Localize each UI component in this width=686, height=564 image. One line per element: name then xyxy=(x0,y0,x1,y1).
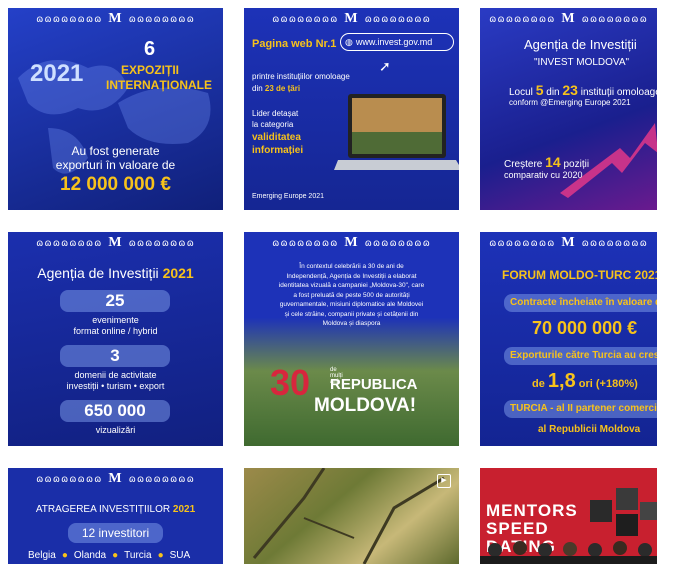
post-tile-moldova30[interactable]: ɷɷɷɷɷɷɷɷ Mɷɷɷɷɷɷɷɷ În contextul celebrări… xyxy=(244,232,459,446)
post-tile-agency-stats[interactable]: ɷɷɷɷɷɷɷɷ Mɷɷɷɷɷɷɷɷ Agenția de Investiții … xyxy=(8,232,223,446)
leader-line2: la categoria xyxy=(252,120,294,129)
emblem-icon: M xyxy=(108,235,123,250)
emblem-icon: M xyxy=(344,11,359,26)
growth-line1: Creștere 14 poziții xyxy=(504,154,590,170)
stat-views: 650 000 xyxy=(60,400,170,422)
ornament-header: ɷɷɷɷɷɷɷɷ Mɷɷɷɷɷɷɷɷ xyxy=(36,471,195,486)
ornament-header: ɷɷɷɷɷɷɷɷ Mɷɷɷɷɷɷɷɷ xyxy=(272,11,431,26)
leader-line4: informației xyxy=(252,145,304,156)
globe-icon: ◍ xyxy=(345,36,353,47)
emblem-icon: M xyxy=(561,11,576,26)
stat-events: 25 xyxy=(60,290,170,312)
stat-views-label: vizualizări xyxy=(95,425,136,435)
count-label: 6 xyxy=(144,38,156,60)
ornament-header: ɷɷɷɷɷɷɷɷ Mɷɷɷɷɷɷɷɷ xyxy=(489,235,648,250)
ornament-header: ɷɷɷɷɷɷɷɷ Mɷɷɷɷɷɷɷɷ xyxy=(272,235,431,250)
post-tile-mentors-speed-dating[interactable]: MENTORS SPEED DATING xyxy=(480,468,657,564)
agency-title: Agenția de Investiții xyxy=(524,37,637,52)
expo-line2: INTERNAȚIONALE xyxy=(106,78,212,92)
mentors-line2: SPEED xyxy=(486,519,549,538)
page-title: Pagina web Nr.1 xyxy=(252,38,337,50)
emblem-icon: M xyxy=(561,235,576,250)
stat-events-label: evenimente xyxy=(92,315,139,325)
cursor-icon: ➚ xyxy=(379,58,391,74)
body-line2: exporturi în valoare de xyxy=(55,158,176,172)
sub-line1: printre instituțiilor omoloage xyxy=(252,72,350,81)
emblem-icon: M xyxy=(344,235,359,250)
stats-title: Agenția de Investiții 2021 xyxy=(37,265,194,281)
stat-domains: 3 xyxy=(60,345,170,367)
brand-label: "INVEST MOLDOVA" xyxy=(534,57,630,68)
post-tile-invest-moldova[interactable]: ɷɷɷɷɷɷɷɷ Mɷɷɷɷɷɷɷɷ Agenția de Investiții … xyxy=(480,8,657,210)
contracts-amount: 70 000 000 € xyxy=(532,318,638,338)
year-label: 2021 xyxy=(30,60,84,87)
post-tile-expozitii[interactable]: ɷɷɷɷɷɷɷɷ Mɷɷɷɷɷɷɷɷ 2021 6 EXPOZIȚII INTER… xyxy=(8,8,223,210)
page-margin xyxy=(657,30,686,550)
rank-line2: conform @Emerging Europe 2021 xyxy=(509,98,631,107)
forum-title: FORUM MOLDO-TURC 2021 xyxy=(502,268,657,282)
partner-pill: TURCIA - al II partener comercial xyxy=(504,400,657,418)
sub-line2: din 23 de țări xyxy=(252,84,301,93)
stat-events-sub: format online / hybrid xyxy=(73,326,158,336)
ornament-header: ɷɷɷɷɷɷɷɷ Mɷɷɷɷɷɷɷɷ xyxy=(489,11,648,26)
campaign-text: În contextul celebrării a 30 de ani de In… xyxy=(278,263,425,327)
ornament-header: ɷɷɷɷɷɷɷɷ Mɷɷɷɷɷɷɷɷ xyxy=(36,235,195,250)
leader-line1: Lider detașat xyxy=(252,109,299,118)
post-tile-video[interactable]: ▶ xyxy=(244,468,459,564)
amount-label: 12 000 000 € xyxy=(60,174,171,195)
stat-domains-sub: investiții • turism • export xyxy=(66,381,165,391)
post-tile-atragerea[interactable]: ɷɷɷɷɷɷɷɷ Mɷɷɷɷɷɷɷɷ ATRAGEREA INVESTIȚIILO… xyxy=(8,468,223,564)
source-label: Emerging Europe 2021 xyxy=(252,193,324,200)
tree-branches-image xyxy=(252,468,445,564)
exports-factor: de 1,8 ori (+180%) xyxy=(532,370,638,392)
growth-line2: comparativ cu 2020 xyxy=(504,170,583,180)
atragerea-title: ATRAGEREA INVESTIȚIILOR 2021 xyxy=(35,504,196,515)
leader-line3: validitatea xyxy=(252,132,301,143)
post-tile-forum-moldo-turc[interactable]: ɷɷɷɷɷɷɷɷ Mɷɷɷɷɷɷɷɷ FORUM MOLDO-TURC 2021 … xyxy=(480,232,657,446)
expo-line1: EXPOZIȚII xyxy=(121,63,180,77)
people-group-image xyxy=(480,541,657,564)
video-play-icon[interactable]: ▶ xyxy=(437,474,451,488)
exports-pill: Exporturile către Turcia au crescut xyxy=(504,347,657,365)
body-line1: Au fost generate xyxy=(71,144,160,158)
post-tile-web[interactable]: ɷɷɷɷɷɷɷɷ Mɷɷɷɷɷɷɷɷ Pagina web Nr.1 ◍ www.i… xyxy=(244,8,459,210)
investors-pill: 12 investitori xyxy=(68,523,163,543)
mentors-line1: MENTORS xyxy=(486,501,578,520)
countries-list: Belgia ● Olanda ● Turcia ● SUA xyxy=(28,550,191,561)
url-pill[interactable]: ◍ www.invest.gov.md xyxy=(340,33,454,51)
url-text: www.invest.gov.md xyxy=(355,37,433,47)
contracts-pill: Contracte încheiate în valoare de xyxy=(504,294,657,312)
laptop-image xyxy=(334,94,459,170)
partner-line2: al Republicii Moldova xyxy=(538,424,641,435)
rank-line1: Locul 5 din 23 instituții omoloage xyxy=(509,82,657,98)
stat-domains-label: domenii de activitate xyxy=(74,370,157,380)
emblem-icon: M xyxy=(108,471,123,486)
